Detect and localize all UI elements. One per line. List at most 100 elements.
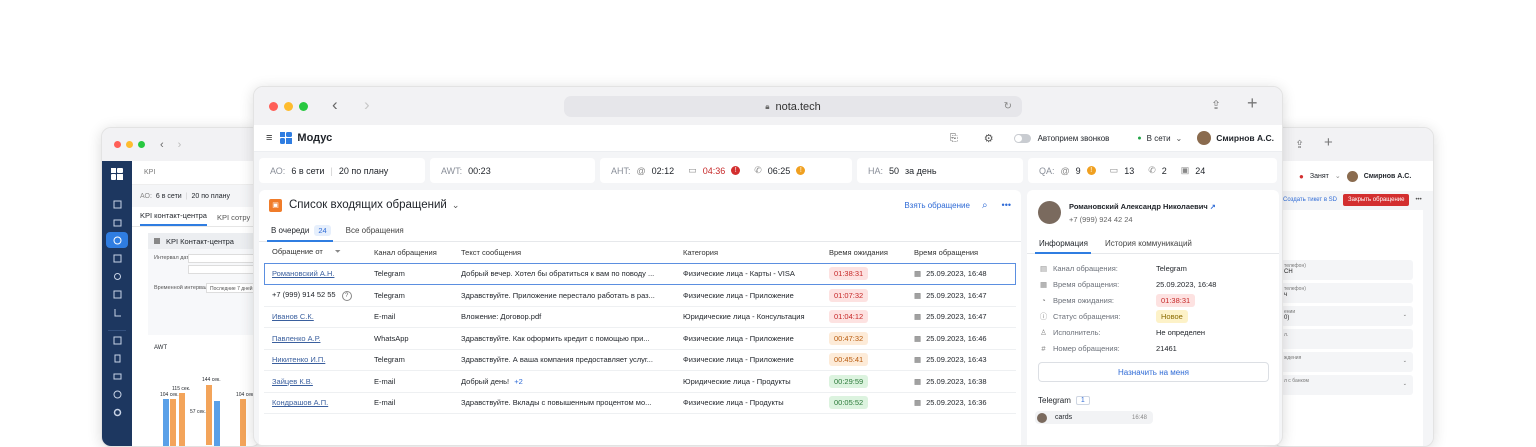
field-value: л. <box>1284 332 1289 338</box>
cell-text: Здравствуйте. А ваша компания предоставл… <box>453 349 675 371</box>
new-tab-icon[interactable]: + <box>1247 93 1258 114</box>
reload-icon[interactable]: ↻ <box>1004 101 1012 112</box>
settings-icon[interactable] <box>102 403 132 421</box>
column-header[interactable]: Текст сообщения <box>453 242 675 264</box>
close-dot[interactable] <box>114 141 121 148</box>
extra-count[interactable]: +2 <box>514 377 523 386</box>
column-header[interactable]: Время обращения <box>906 242 1016 264</box>
filter-icon[interactable]: ⏷ <box>335 247 341 256</box>
status-label[interactable]: Занят <box>1310 173 1329 180</box>
cell-from[interactable]: Кондрашов А.П. <box>264 392 366 414</box>
user-name[interactable]: Смирнов А.С. <box>1364 173 1412 180</box>
back-icon[interactable]: ‹ <box>160 139 164 151</box>
kpi-label: QA: <box>1039 165 1055 176</box>
auto-accept-toggle[interactable] <box>1013 133 1031 143</box>
nav-icon[interactable] <box>102 213 132 231</box>
telegram-label[interactable]: Telegram <box>1038 396 1071 405</box>
cell-channel: E-mail <box>366 392 453 414</box>
table-row[interactable]: Кондрашов А.П. E-mail Здравствуйте. Вклады… <box>264 392 1016 414</box>
form-field[interactable]: телефон) ч <box>1281 283 1413 303</box>
user-name[interactable]: Смирнов А.С. <box>1216 133 1274 143</box>
cell-from[interactable]: Иванов С.К. <box>264 306 366 328</box>
nav-icon[interactable] <box>102 249 132 267</box>
cell-from[interactable]: Никитенко И.П. <box>264 349 366 371</box>
nav-icon-active[interactable] <box>102 231 132 249</box>
message-text: cards <box>1055 414 1073 421</box>
tab-queue[interactable]: В очереди <box>271 226 309 235</box>
maximize-dot[interactable] <box>138 141 145 148</box>
column-header[interactable]: Канал обращения <box>366 242 453 264</box>
close-request-button[interactable]: Закрыть обращение <box>1343 193 1410 206</box>
tab-all-requests[interactable]: Все обращения <box>346 226 404 235</box>
nav-icon[interactable] <box>102 195 132 213</box>
external-link-icon[interactable]: ↗ <box>1210 204 1216 211</box>
wait-badge: 00:47:32 <box>829 331 869 345</box>
forward-icon[interactable]: › <box>178 139 182 151</box>
table-row[interactable]: Иванов С.К. E-mail Вложение: Договор.pdf Юр… <box>264 306 1016 328</box>
nav-icon[interactable] <box>102 267 132 285</box>
new-tab-icon[interactable]: + <box>1324 134 1333 151</box>
table-row[interactable]: Зайцев К.В. E-mail Добрый день! +2 Юридичес… <box>264 370 1016 393</box>
message-preview[interactable]: cards 16:48 <box>1035 411 1153 424</box>
form-field[interactable]: ждения ⌄ <box>1281 352 1413 372</box>
column-header[interactable]: Обращение от ⏷ <box>264 242 366 264</box>
nav-icon[interactable] <box>102 367 132 385</box>
assign-to-me-button[interactable]: Назначить на меня <box>1038 362 1269 382</box>
share-icon[interactable]: ⇪ <box>1211 98 1221 112</box>
nav-icon[interactable] <box>102 331 132 349</box>
avatar[interactable] <box>1197 131 1212 145</box>
chat-icon: ▭ <box>1109 165 1119 175</box>
cell-from[interactable]: Павленко А.Р. <box>264 327 366 350</box>
time-interval-select[interactable]: Последние 7 дней <box>206 283 260 293</box>
column-header[interactable]: Время ожидания <box>821 242 906 264</box>
info-label: Время ожидания: <box>1053 295 1114 305</box>
table-row[interactable]: Романовский А.Н. Telegram Добрый вечер. Хо… <box>264 263 1016 285</box>
forward-icon[interactable]: › <box>364 95 370 115</box>
maximize-dot[interactable] <box>299 102 308 111</box>
tab-history[interactable]: История коммуникаций <box>1105 239 1192 248</box>
form-field[interactable]: л с банком ⌄ <box>1281 375 1413 395</box>
phone-icon: ✆ <box>754 165 762 175</box>
tab-info[interactable]: Информация <box>1039 239 1088 248</box>
table-row[interactable]: Никитенко И.П. Telegram Здравствуйте. А ва… <box>264 349 1016 371</box>
chevron-down-icon[interactable]: ⌄ <box>1176 134 1183 143</box>
tab-kpi-center[interactable]: KPI контакт-центра <box>140 211 207 226</box>
right-action-bar: Создать тикет в SD Закрыть обращение ••• <box>1273 191 1433 208</box>
close-dot[interactable] <box>269 102 278 111</box>
status-select[interactable]: В сети <box>1147 134 1171 143</box>
menu-icon[interactable]: ≡ <box>266 132 272 144</box>
nav-icon[interactable] <box>102 303 132 321</box>
info-row: ⓘ Статус обращения: Новое <box>1039 308 1279 324</box>
column-header[interactable]: Категория <box>675 242 821 264</box>
form-field[interactable]: л. <box>1281 329 1413 349</box>
form-field[interactable]: ении 0) ⌄ <box>1281 306 1413 326</box>
gear-icon[interactable]: ⚙ <box>984 132 994 145</box>
chat-icon[interactable]: ⎘ <box>950 133 958 144</box>
cell-from[interactable]: +7 (999) 914 52 55 ? <box>264 284 366 307</box>
nav-icon[interactable] <box>102 285 132 303</box>
take-request-button[interactable]: Взять обращение <box>904 201 970 210</box>
cell-from[interactable]: Зайцев К.В. <box>264 370 366 393</box>
help-icon[interactable]: ? <box>341 290 352 301</box>
interval-input[interactable] <box>188 254 260 263</box>
share-icon[interactable]: ⇪ <box>1295 138 1304 151</box>
minimize-dot[interactable] <box>126 141 133 148</box>
nav-icon[interactable] <box>102 349 132 367</box>
table-row[interactable]: +7 (999) 914 52 55 ? Telegram Здравствуйте… <box>264 284 1016 307</box>
client-avatar <box>1038 201 1061 224</box>
interval-input-2[interactable] <box>188 265 260 274</box>
help-icon[interactable] <box>102 385 132 403</box>
form-field[interactable]: телефон) СН <box>1281 260 1413 280</box>
minimize-dot[interactable] <box>284 102 293 111</box>
back-icon[interactable]: ‹ <box>332 95 338 115</box>
avatar[interactable] <box>1346 170 1358 182</box>
tab-kpi-staff[interactable]: KPI сотру <box>217 213 250 226</box>
search-icon[interactable]: ⌕ <box>982 200 988 211</box>
more-icon[interactable]: ••• <box>1415 197 1421 203</box>
table-row[interactable]: Павленко А.Р. WhatsApp Здравствуйте. Как о… <box>264 327 1016 350</box>
chevron-down-icon[interactable]: ⌄ <box>452 200 460 211</box>
address-bar[interactable]: 🔒︎ nota.tech ↻ <box>564 96 1022 117</box>
cell-wait: 01:07:32 <box>821 284 906 307</box>
cell-from[interactable]: Романовский А.Н. <box>264 263 366 285</box>
more-icon[interactable]: ••• <box>1002 200 1011 210</box>
